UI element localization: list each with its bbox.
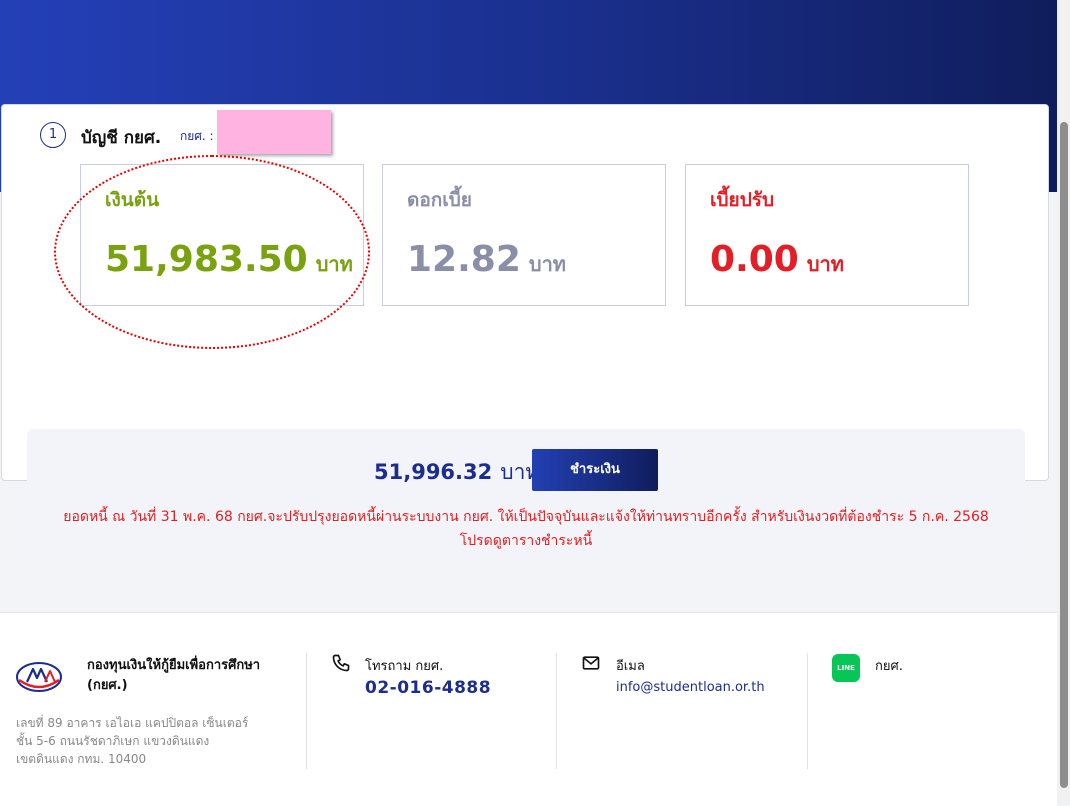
highlight-ellipse — [54, 155, 370, 349]
footer-divider — [306, 653, 307, 769]
org-name: กองทุนเงินให้กู้ยืมเพื่อการศึกษา (กยศ.) — [87, 658, 261, 693]
mail-icon — [582, 656, 600, 670]
address-line: ชั้น 5-6 ถนนรัชดาภิเษก แขวงดินแดง — [16, 734, 210, 748]
payment-summary: 51,996.32 บาท ชำระเงิน ยอดหนี้ ณ วันที่ 3… — [27, 429, 1025, 560]
penalty-value: 0.00 — [710, 239, 799, 280]
total-amount: 51,996.32 บาท — [374, 456, 539, 489]
penalty-amount: 0.00 บาท — [710, 239, 844, 280]
total-value: 51,996.32 — [374, 460, 493, 484]
account-id-label: กยศ. : — [180, 129, 214, 143]
redacted-account-id — [217, 110, 331, 154]
debt-notice: ยอดหนี้ ณ วันที่ 31 พ.ค. 68 กยศ.จะปรับปร… — [63, 509, 989, 549]
interest-label: ดอกเบี้ย — [407, 189, 472, 211]
logo-icon — [16, 662, 62, 692]
interest-unit: บาท — [528, 252, 566, 276]
penalty-label: เบี้ยปรับ — [710, 189, 775, 211]
email-link[interactable]: info@studentloan.or.th — [616, 680, 765, 695]
phone-icon — [332, 654, 350, 672]
address-line: เลขที่ 89 อาคาร เอไอเอ แคปปิตอล เซ็นเตอร… — [16, 716, 249, 730]
penalty-box: เบี้ยปรับ 0.00 บาท — [685, 164, 969, 306]
site-footer — [0, 612, 1057, 806]
email-label: อีเมล — [616, 659, 645, 674]
step-number: 1 — [40, 122, 66, 148]
interest-amount: 12.82 บาท — [407, 239, 566, 280]
footer-divider — [556, 653, 557, 769]
interest-value: 12.82 — [407, 239, 521, 280]
scrollbar-thumb[interactable] — [1060, 122, 1068, 788]
penalty-unit: บาท — [806, 252, 844, 276]
pay-button[interactable]: ชำระเงิน — [532, 449, 658, 491]
line-label[interactable]: กยศ. — [875, 655, 903, 676]
org-address: เลขที่ 89 อาคาร เอไอเอ แคปปิตอล เซ็นเตอร… — [16, 714, 296, 768]
interest-box: ดอกเบี้ย 12.82 บาท — [382, 164, 666, 306]
footer-divider — [807, 653, 808, 769]
phone-number[interactable]: 02-016-4888 — [365, 678, 491, 698]
line-icon[interactable]: LINE — [832, 654, 860, 682]
address-line: เขตดินแดง กทม. 10400 — [16, 752, 147, 766]
phone-label: โทรถาม กยศ. — [365, 659, 444, 674]
account-title: บัญชี กยศ. — [81, 128, 162, 148]
